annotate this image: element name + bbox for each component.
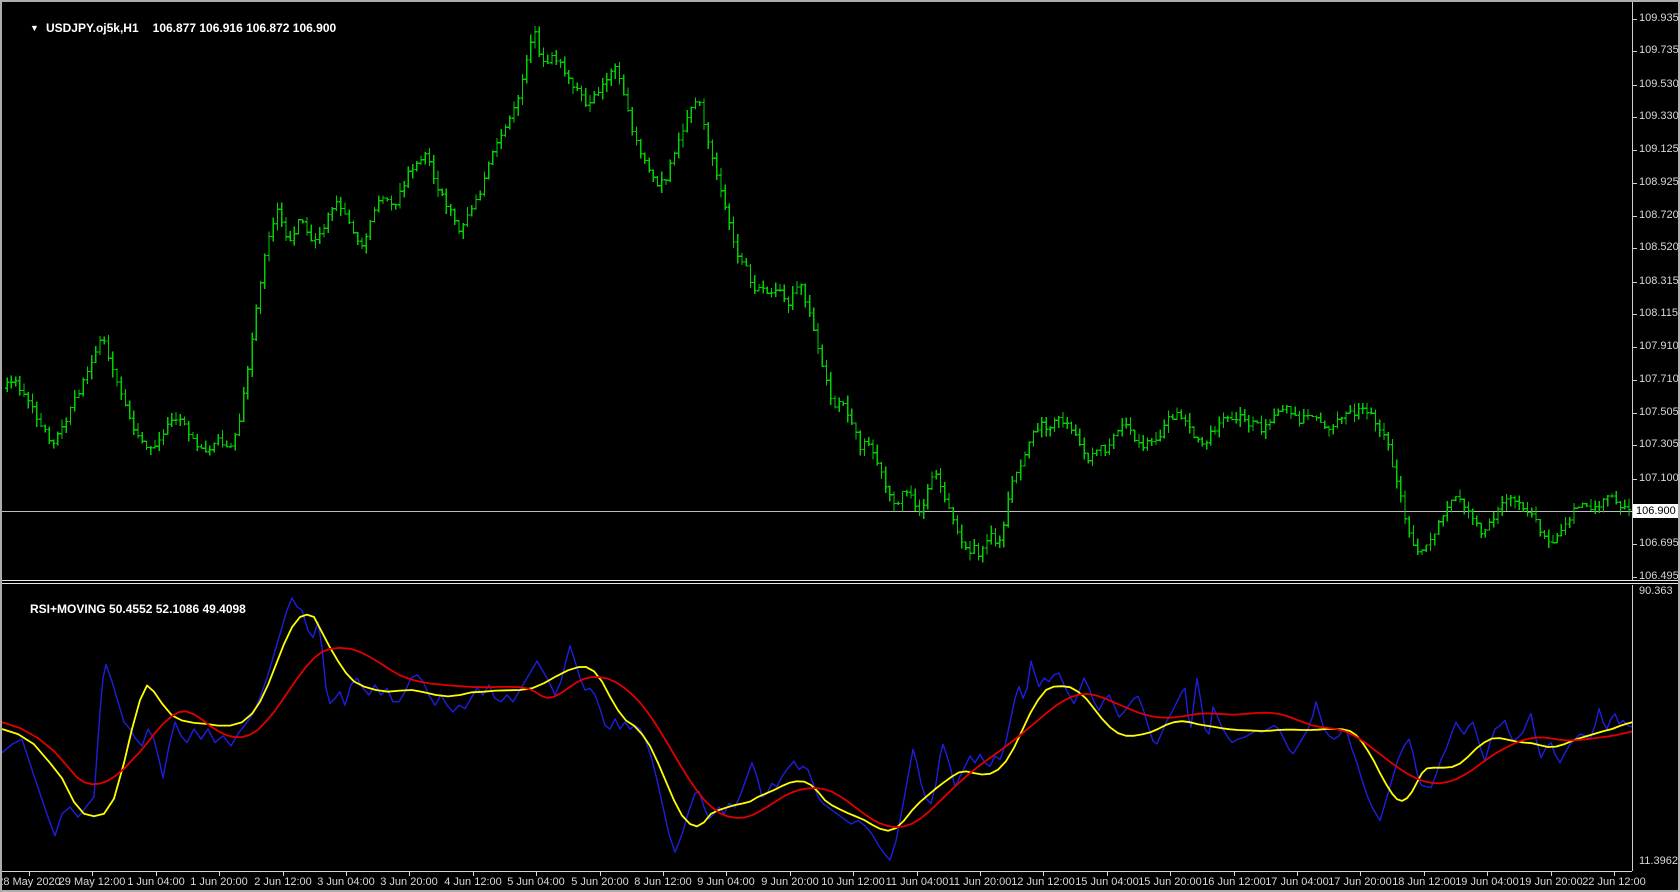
price-label: 109.935 <box>1639 12 1679 24</box>
indicator-scale-max-label: 90.363 <box>1639 585 1673 597</box>
price-axis[interactable]: 106.900 90.363 11.3962 109.935 109.735 109… <box>1632 0 1679 892</box>
time-label: 17 Jun 20:00 <box>1328 876 1392 888</box>
price-label: 109.125 <box>1639 143 1679 155</box>
indicator-svg[interactable] <box>2 585 1632 871</box>
price-label: 108.720 <box>1639 209 1679 221</box>
time-axis[interactable]: 28 May 2020 29 May 12:00 1 Jun 04:00 1 Jun … <box>0 871 1646 891</box>
price-label: 109.530 <box>1639 78 1679 90</box>
price-tick <box>1632 413 1637 414</box>
time-label: 9 Jun 04:00 <box>697 876 755 888</box>
indicator-label: RSI+MOVING 50.4552 52.1086 49.4098 <box>10 588 246 630</box>
chart-header: ▼ USDJPY.oj5k,H1 106.877 106.916 106.872 1… <box>10 7 336 49</box>
time-label: 29 May 12:00 <box>58 876 126 888</box>
window-frame-left <box>0 0 2 892</box>
price-tick <box>1632 248 1637 249</box>
price-tick <box>1632 85 1637 86</box>
time-label: 1 Jun 04:00 <box>127 876 185 888</box>
price-tick <box>1632 19 1637 20</box>
price-label: 107.505 <box>1639 406 1679 418</box>
time-label: 1 Jun 20:00 <box>190 876 248 888</box>
time-label: 16 Jun 12:00 <box>1202 876 1266 888</box>
price-label: 107.710 <box>1639 373 1679 385</box>
price-tick <box>1632 117 1637 118</box>
mt4-chart-window: ▼ USDJPY.oj5k,H1 106.877 106.916 106.872 1… <box>0 0 1680 892</box>
indicator-line-rsi <box>2 597 1632 861</box>
price-tick <box>1632 577 1637 578</box>
price-tick <box>1632 51 1637 52</box>
time-label: 19 Jun 04:00 <box>1455 876 1519 888</box>
time-label: 11 Jun 20:00 <box>948 876 1012 888</box>
price-label: 108.315 <box>1639 275 1679 287</box>
ohlc-bars <box>5 25 1631 563</box>
time-label: 19 Jun 20:00 <box>1519 876 1583 888</box>
time-label: 2 Jun 12:00 <box>254 876 312 888</box>
time-label: 3 Jun 20:00 <box>380 876 438 888</box>
price-label: 107.305 <box>1639 438 1679 450</box>
price-label: 106.695 <box>1639 537 1679 549</box>
time-label: 15 Jun 04:00 <box>1075 876 1139 888</box>
indicator-scale-min-label: 11.3962 <box>1639 855 1678 867</box>
price-tick <box>1632 479 1637 480</box>
price-label: 109.330 <box>1639 110 1679 122</box>
price-label: 107.100 <box>1639 472 1679 484</box>
price-label: 108.115 <box>1639 307 1678 319</box>
time-label: 17 Jun 04:00 <box>1265 876 1329 888</box>
symbol-dropdown-icon[interactable]: ▼ <box>30 23 39 33</box>
time-label: 15 Jun 20:00 <box>1138 876 1202 888</box>
time-label: 5 Jun 20:00 <box>571 876 629 888</box>
price-tick <box>1632 282 1637 283</box>
pane-separator[interactable] <box>0 580 1680 585</box>
price-tick <box>1632 544 1637 545</box>
time-label: 5 Jun 04:00 <box>507 876 565 888</box>
time-label: 9 Jun 20:00 <box>761 876 819 888</box>
time-label: 12 Jun 12:00 <box>1011 876 1075 888</box>
time-label: 18 Jun 12:00 <box>1392 876 1456 888</box>
price-tick <box>1632 445 1637 446</box>
indicator-pane[interactable]: RSI+MOVING 50.4552 52.1086 49.4098 <box>2 585 1632 871</box>
indicator-values: 50.4552 52.1086 49.4098 <box>109 602 246 616</box>
price-tick <box>1632 380 1637 381</box>
ohlc-values: 106.877 106.916 106.872 106.900 <box>152 21 337 35</box>
indicator-name: RSI+MOVING <box>30 602 106 616</box>
price-label: 107.910 <box>1639 340 1679 352</box>
time-label: 11 Jun 04:00 <box>885 876 949 888</box>
time-label: 28 May 2020 <box>0 876 61 888</box>
time-label: 10 Jun 12:00 <box>821 876 885 888</box>
time-label: 3 Jun 04:00 <box>317 876 375 888</box>
time-label: 4 Jun 12:00 <box>444 876 502 888</box>
indicator-line-ma-slow <box>2 647 1632 829</box>
price-tick <box>1632 150 1637 151</box>
price-tick <box>1632 347 1637 348</box>
price-label: 108.925 <box>1639 176 1679 188</box>
time-label: 8 Jun 12:00 <box>634 876 692 888</box>
window-frame-top <box>0 0 1680 2</box>
symbol-label: USDJPY.oj5k,H1 <box>45 21 139 35</box>
price-label: 108.520 <box>1639 241 1679 253</box>
main-chart-svg[interactable] <box>2 2 1632 580</box>
current-price-badge: 106.900 <box>1633 504 1678 518</box>
main-chart-pane[interactable]: ▼ USDJPY.oj5k,H1 106.877 106.916 106.872 1… <box>2 2 1632 580</box>
price-tick <box>1632 314 1637 315</box>
price-label: 109.735 <box>1639 44 1679 56</box>
price-tick <box>1632 216 1637 217</box>
price-tick <box>1632 183 1637 184</box>
